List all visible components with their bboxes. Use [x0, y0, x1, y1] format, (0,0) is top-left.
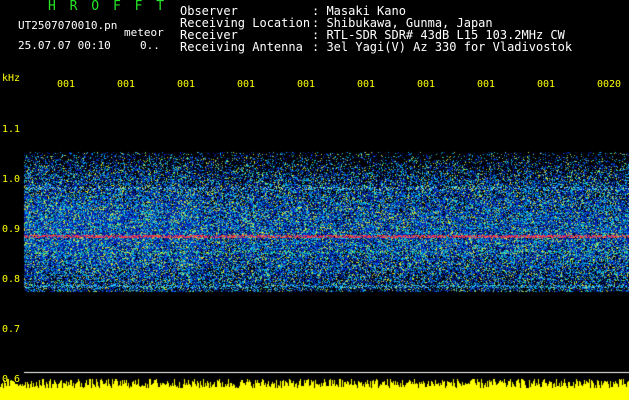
- x-tick: 001: [117, 79, 136, 90]
- x-tick: 0020: [597, 79, 622, 90]
- x-tick: 001: [417, 79, 436, 90]
- y-tick: 1.0: [2, 174, 21, 185]
- spectrogram-canvas: [0, 0, 629, 400]
- datetime-label: 25.07.07 00:10: [18, 39, 111, 52]
- x-tick: 001: [57, 79, 76, 90]
- x-tick: 001: [537, 79, 556, 90]
- axis-unit-label: kHz: [2, 73, 21, 84]
- x-tick: 001: [237, 79, 256, 90]
- y-tick: 1.1: [2, 124, 21, 135]
- antenna-value: : 3el Yagi(V) Az 330 for Vladivostok: [312, 40, 573, 54]
- y-tick: 0.9: [2, 224, 21, 235]
- y-tick: 0.7: [2, 324, 21, 335]
- y-tick: 0.6: [2, 374, 21, 385]
- x-tick: 001: [357, 79, 376, 90]
- x-tick: 001: [477, 79, 496, 90]
- filename-label: UT2507070010.pn: [18, 19, 118, 32]
- y-tick: 0.8: [2, 274, 21, 285]
- antenna-label: Receiving Antenna: [180, 40, 303, 54]
- app-title: H R O F F T: [48, 0, 168, 14]
- counter-label: 0..: [140, 39, 160, 52]
- x-tick: 001: [297, 79, 316, 90]
- x-tick: 001: [177, 79, 196, 90]
- event-label: meteor: [124, 26, 164, 39]
